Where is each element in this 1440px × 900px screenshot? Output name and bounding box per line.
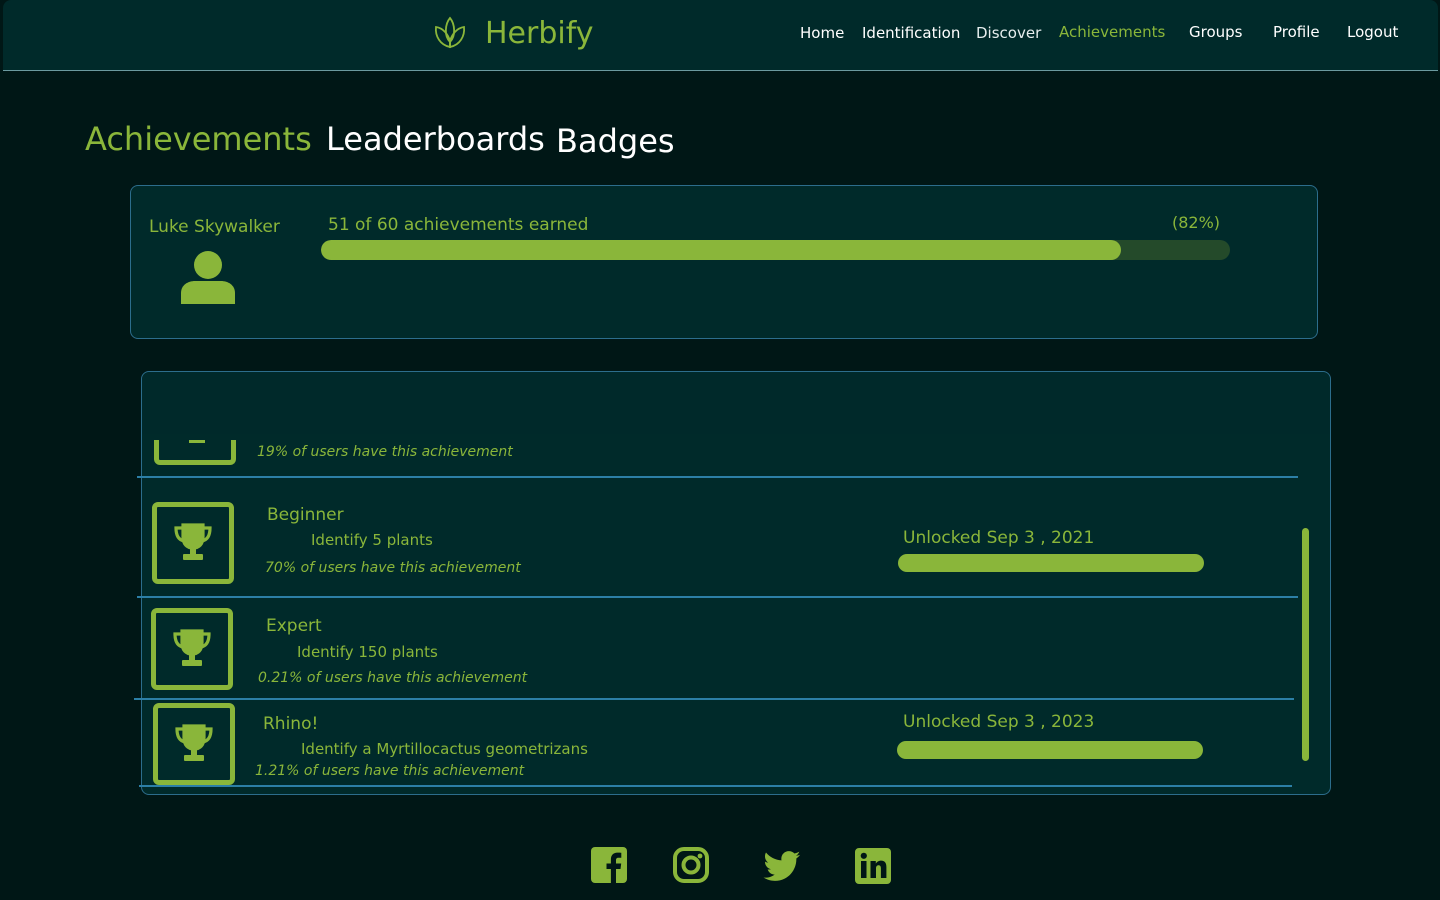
tab-leaderboards[interactable]: Leaderboards: [326, 120, 545, 158]
nav-identification[interactable]: Identification: [862, 24, 960, 42]
progress-percent: (82%): [1172, 213, 1221, 232]
achievement-title: Rhino!: [263, 714, 319, 734]
list-header: [142, 372, 1330, 434]
tab-achievements[interactable]: Achievements: [85, 120, 312, 158]
linkedin-icon[interactable]: [853, 846, 893, 886]
achievement-description: Identify 150 plants: [297, 643, 438, 661]
achievement-stat: 19% of users have this achievement: [257, 444, 513, 460]
row-divider: [134, 698, 1294, 700]
nav-profile[interactable]: Profile: [1273, 23, 1320, 41]
brand[interactable]: Herbify: [431, 14, 594, 52]
user-icon: [181, 251, 235, 304]
progress-label: 51 of 60 achievements earned: [328, 215, 589, 235]
nav-discover[interactable]: Discover: [976, 24, 1041, 42]
facebook-icon[interactable]: [589, 845, 629, 885]
nav-groups[interactable]: Groups: [1189, 23, 1242, 41]
trophy-icon: [154, 440, 236, 465]
nav-home[interactable]: Home: [800, 24, 844, 42]
unlock-progress-bar: [897, 741, 1203, 759]
twitter-icon[interactable]: [762, 847, 802, 887]
achievement-summary-card: Luke Skywalker 51 of 60 achievements ear…: [130, 185, 1318, 339]
achievement-stat: 70% of users have this achievement: [265, 560, 521, 576]
row-divider: [137, 596, 1298, 598]
trophy-icon: [152, 502, 234, 584]
unlock-date: Unlocked Sep 3 , 2021: [903, 528, 1095, 548]
instagram-icon[interactable]: [671, 845, 711, 885]
achievement-description: Identify a Myrtillocactus geometrizans: [301, 740, 588, 758]
nav-logout[interactable]: Logout: [1347, 23, 1398, 41]
achievement-stat: 0.21% of users have this achievement: [258, 670, 528, 686]
achievement-description: Identify 5 plants: [311, 531, 433, 549]
nav-achievements[interactable]: Achievements: [1059, 23, 1165, 41]
list-scrollbar[interactable]: [1302, 528, 1309, 761]
achievement-title: Expert: [266, 616, 322, 636]
brand-name: Herbify: [485, 15, 594, 51]
top-navbar: Herbify Home Identification Discover Ach…: [3, 0, 1438, 71]
tab-badges[interactable]: Badges: [556, 122, 675, 160]
achievement-title: Beginner: [267, 505, 344, 525]
achievement-progress-bar: [321, 240, 1230, 260]
unlock-date: Unlocked Sep 3 , 2023: [903, 712, 1095, 732]
row-divider: [139, 785, 1292, 787]
trophy-icon: [153, 703, 235, 785]
user-name: Luke Skywalker: [149, 217, 280, 237]
unlock-progress-bar: [898, 554, 1204, 572]
achievement-list: 19% of users have this achievement Begin…: [134, 371, 1331, 795]
achievement-stat: 1.21% of users have this achievement: [255, 763, 525, 779]
leaf-logo-icon: [435, 16, 465, 49]
row-divider: [137, 476, 1298, 478]
trophy-icon: [151, 608, 233, 690]
progress-fill: [321, 240, 1121, 260]
